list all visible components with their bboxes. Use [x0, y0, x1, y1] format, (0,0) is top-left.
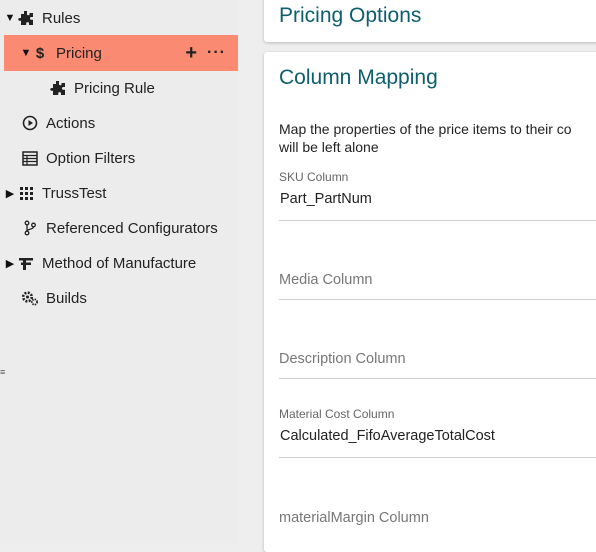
- factory-icon: [16, 254, 36, 272]
- field-placeholder[interactable]: Description Column: [279, 351, 596, 367]
- field-label: Material Cost Column: [279, 407, 395, 421]
- tree-item-label: Method of Manufacture: [42, 254, 197, 272]
- field-underline: [279, 220, 596, 221]
- tree-item-label: Pricing: [56, 44, 102, 62]
- gears-icon: [20, 289, 40, 307]
- add-icon[interactable]: +: [185, 43, 197, 63]
- tree-item-label: Actions: [46, 114, 96, 132]
- field-placeholder[interactable]: Media Column: [279, 272, 596, 288]
- tree-item-label: Option Filters: [46, 149, 136, 167]
- column-mapping-card: Column Mapping Map the properties of the…: [264, 52, 596, 552]
- tree-item-builds[interactable]: Builds: [4, 280, 238, 316]
- tree-item-trusstest[interactable]: ▶ TrussTest: [4, 175, 238, 211]
- play-circle-icon: [20, 114, 40, 132]
- collapse-toggle-icon[interactable]: ▼: [20, 47, 32, 59]
- tree-item-actions[interactable]: Actions: [4, 105, 238, 141]
- sku-column-field[interactable]: SKU Column Part_PartNum: [279, 170, 596, 222]
- section-title: Column Mapping: [279, 66, 438, 89]
- tree-item-label: Builds: [46, 289, 87, 307]
- branch-icon: [20, 219, 40, 237]
- media-column-field[interactable]: Media Column: [279, 272, 596, 302]
- tree-item-label: Rules: [42, 9, 81, 27]
- more-options-icon[interactable]: ···: [207, 44, 226, 62]
- table-icon: [20, 149, 40, 167]
- field-underline: [279, 378, 596, 379]
- puzzle-icon: [16, 9, 36, 27]
- description-column-field[interactable]: Description Column: [279, 351, 596, 381]
- field-value[interactable]: Part_PartNum: [279, 191, 596, 207]
- puzzle-icon: [48, 79, 68, 97]
- material-margin-column-field[interactable]: materialMargin Column: [279, 510, 596, 540]
- dollar-icon: $: [35, 44, 45, 62]
- grid-icon: [16, 184, 36, 202]
- tree-item-label: Referenced Configurators: [46, 219, 218, 237]
- tree-item-pricing-rule[interactable]: Pricing Rule: [4, 70, 238, 106]
- tree-item-rules[interactable]: ▼ Rules: [4, 0, 238, 36]
- section-description: Map the properties of the price items to…: [279, 121, 572, 155]
- field-underline: [279, 299, 596, 300]
- tree-item-pricing[interactable]: ▼ $ Pricing + ···: [4, 35, 238, 71]
- expand-toggle-icon[interactable]: ▶: [4, 257, 16, 270]
- material-cost-column-field[interactable]: Material Cost Column Calculated_FifoAver…: [279, 407, 596, 459]
- sidebar-tree: ≡ ▼ Rules ▼ $ Pricing + ··· Pricing Rule…: [0, 0, 238, 543]
- field-placeholder[interactable]: materialMargin Column: [279, 510, 596, 526]
- pricing-options-card: Pricing Options: [264, 0, 596, 42]
- main-content: Pricing Options Column Mapping Map the p…: [239, 0, 596, 552]
- tree-item-method-of-manufacture[interactable]: ▶ Method of Manufacture: [4, 245, 238, 281]
- field-label: SKU Column: [279, 170, 349, 184]
- tree-item-option-filters[interactable]: Option Filters: [4, 140, 238, 176]
- tree-item-label: Pricing Rule: [74, 79, 155, 97]
- resize-handle-icon[interactable]: ≡: [0, 368, 5, 377]
- tree-item-label: TrussTest: [42, 184, 107, 202]
- tree-item-referenced-configurators[interactable]: Referenced Configurators: [4, 210, 238, 246]
- card-title: Pricing Options: [279, 4, 422, 27]
- field-value[interactable]: Calculated_FifoAverageTotalCost: [279, 428, 596, 444]
- expand-toggle-icon[interactable]: ▶: [4, 187, 16, 200]
- field-underline: [279, 457, 596, 458]
- expand-toggle-icon[interactable]: ▼: [4, 12, 16, 24]
